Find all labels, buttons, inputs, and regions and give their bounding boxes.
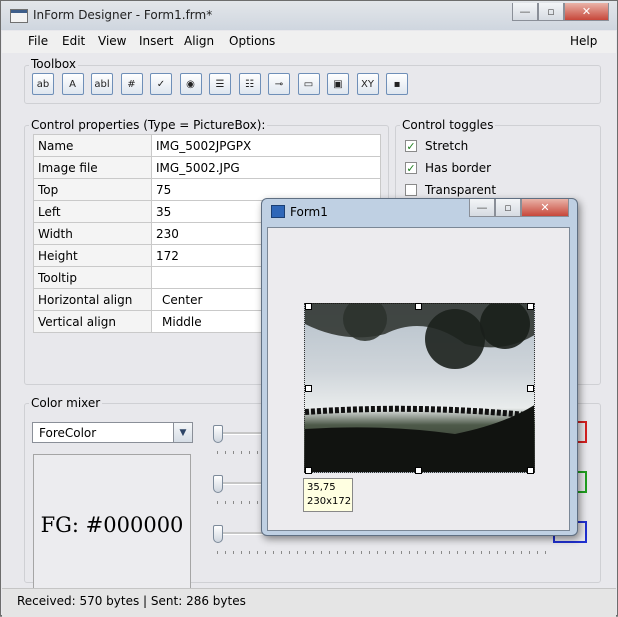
position-tooltip: 35,75 230x172 xyxy=(303,478,353,512)
trackbar-tool-icon: ⊸ xyxy=(274,78,284,90)
form1-title: Form1 xyxy=(290,205,328,219)
red-slider-thumb[interactable] xyxy=(213,425,223,443)
resize-handle-w[interactable] xyxy=(305,385,312,392)
checkbox[interactable]: ✓ xyxy=(405,140,417,153)
textbox-tool-icon: abl xyxy=(94,78,110,90)
status-bar: Received: 570 bytes | Sent: 286 bytes xyxy=(2,588,616,617)
color-mixer-label: Color mixer xyxy=(29,396,103,410)
resize-handle-s[interactable] xyxy=(415,467,422,474)
radio-tool-button[interactable]: ◉ xyxy=(179,73,202,95)
menu-options[interactable]: Options xyxy=(229,34,275,48)
progressbar-tool-icon: ▭ xyxy=(303,78,314,90)
status-text: Received: 570 bytes | Sent: 286 bytes xyxy=(17,594,246,608)
picturebox-control[interactable] xyxy=(304,303,535,473)
progressbar-tool-button[interactable]: ▭ xyxy=(297,73,320,95)
resize-handle-se[interactable] xyxy=(527,467,534,474)
menu-help[interactable]: Help xyxy=(570,34,597,48)
property-value[interactable]: IMG_5002.JPG xyxy=(151,156,381,179)
trackbar-tool-button[interactable]: ⊸ xyxy=(268,73,290,95)
combobox-tool-icon: ☰ xyxy=(215,78,225,90)
color-preview: FG: #000000 xyxy=(33,454,191,595)
blue-slider-ticks xyxy=(217,551,553,554)
resize-handle-ne[interactable] xyxy=(527,303,534,310)
properties-label: Control properties (Type = PictureBox): xyxy=(29,118,268,132)
form-icon xyxy=(271,205,285,218)
toolbox-label: Toolbox xyxy=(29,57,78,71)
property-key: Height xyxy=(33,244,152,267)
color-target-select[interactable]: ForeColor ▼ xyxy=(32,422,193,443)
resize-handle-e[interactable] xyxy=(527,385,534,392)
toggle-label: Transparent xyxy=(425,183,497,197)
label-tool-icon: ab xyxy=(36,78,50,90)
resize-handle-nw[interactable] xyxy=(305,303,312,310)
blue-slider-thumb[interactable] xyxy=(213,525,223,543)
toggle-transparent[interactable]: Transparent xyxy=(405,183,496,197)
menu-view[interactable]: View xyxy=(98,34,126,48)
checkbox[interactable] xyxy=(405,184,417,196)
picturebox-tool-icon: ▣ xyxy=(333,78,343,90)
tooltip-position: 35,75 xyxy=(307,482,336,493)
menu-bar: File Edit View Insert Align Options Help xyxy=(2,31,616,53)
maximize-button[interactable]: ▫ xyxy=(538,3,564,21)
property-row: Image file IMG_5002.JPG xyxy=(33,156,381,179)
app-icon xyxy=(10,9,28,23)
property-key: Top xyxy=(33,178,152,201)
property-key: Image file xyxy=(33,156,152,179)
checkbox[interactable]: ✓ xyxy=(405,162,417,175)
toggle-tool-icon: ▪ xyxy=(393,78,401,90)
property-key: Vertical align xyxy=(33,310,152,333)
color-target-value: ForeColor xyxy=(39,426,97,440)
frame-tool-icon: # xyxy=(127,78,136,90)
property-key: Left xyxy=(33,200,152,223)
color-preview-text: FG: #000000 xyxy=(40,512,184,537)
frame-tool-button[interactable]: # xyxy=(120,73,143,95)
menu-insert[interactable]: Insert xyxy=(139,34,173,48)
photo-image xyxy=(305,304,534,472)
combobox-tool-button[interactable]: ☰ xyxy=(209,73,231,95)
property-key: Name xyxy=(33,134,152,157)
toggle-tool-button[interactable]: ▪ xyxy=(386,73,408,95)
green-slider-thumb[interactable] xyxy=(213,475,223,493)
chevron-down-icon[interactable]: ▼ xyxy=(173,423,192,442)
form1-minimize-button[interactable]: — xyxy=(469,199,495,217)
close-button[interactable]: ✕ xyxy=(564,3,609,21)
text-label-tool-button[interactable]: A xyxy=(61,73,84,95)
property-row: Name IMG_5002JPGPX xyxy=(33,134,381,157)
radio-tool-icon: ◉ xyxy=(186,78,195,90)
listbox-tool-icon: ☷ xyxy=(245,78,254,90)
picturebox-tool-button[interactable]: ▣ xyxy=(327,73,349,95)
image-tool-button[interactable]: XY xyxy=(356,73,379,95)
checkbox-tool-icon: ✓ xyxy=(156,78,166,90)
toggle-label: Has border xyxy=(425,161,492,175)
toggle-stretch[interactable]: ✓ Stretch xyxy=(405,139,468,153)
text-label-tool-icon: A xyxy=(69,78,76,90)
form1-maximize-button[interactable]: ▫ xyxy=(495,199,521,217)
label-tool-button[interactable]: ab xyxy=(32,73,54,95)
property-key: Horizontal align xyxy=(33,288,152,311)
menu-edit[interactable]: Edit xyxy=(62,34,85,48)
property-value[interactable]: IMG_5002JPGPX xyxy=(151,134,381,157)
tooltip-size: 230x172 xyxy=(307,496,352,507)
image-tool-icon: XY xyxy=(361,78,374,90)
toggles-label: Control toggles xyxy=(400,118,496,132)
menu-align[interactable]: Align xyxy=(184,34,214,48)
minimize-button[interactable]: — xyxy=(512,3,538,21)
menu-file[interactable]: File xyxy=(28,34,48,48)
resize-handle-sw[interactable] xyxy=(305,467,312,474)
checkbox-tool-button[interactable]: ✓ xyxy=(150,73,172,95)
toggle-has-border[interactable]: ✓ Has border xyxy=(405,161,491,175)
textbox-tool-button[interactable]: abl xyxy=(91,73,113,95)
property-key: Tooltip xyxy=(33,266,152,289)
listbox-tool-button[interactable]: ☷ xyxy=(238,73,261,95)
toggle-label: Stretch xyxy=(425,139,469,153)
form1-close-button[interactable]: ✕ xyxy=(521,199,569,217)
resize-handle-n[interactable] xyxy=(415,303,422,310)
property-key: Width xyxy=(33,222,152,245)
window-title: InForm Designer - Form1.frm* xyxy=(33,8,213,22)
title-bar[interactable]: InForm Designer - Form1.frm* — ▫ ✕ xyxy=(1,1,617,30)
